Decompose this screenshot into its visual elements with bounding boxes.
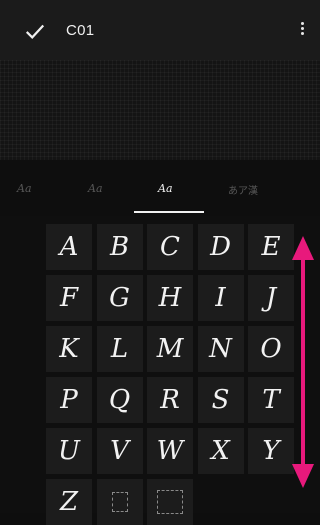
char-key-z[interactable]: Z xyxy=(46,479,92,525)
empty-glyph-box xyxy=(111,492,128,512)
page-title: C01 xyxy=(66,22,95,39)
scroll-arrow-icon xyxy=(292,236,314,488)
char-key-i[interactable]: I xyxy=(197,275,244,321)
char-key-c[interactable]: C xyxy=(147,224,193,270)
font-style-tabs: Aa Aa Aa あア漢 xyxy=(0,172,320,214)
tab-indicator xyxy=(134,211,204,213)
more-vert-icon[interactable] xyxy=(292,20,312,42)
tab-style-3[interactable]: Aa xyxy=(158,182,173,195)
char-key-l[interactable]: L xyxy=(96,326,143,372)
char-key-a[interactable]: A xyxy=(46,224,92,270)
tab-japanese[interactable]: あア漢 xyxy=(228,182,258,197)
character-grid: ABCDEFGHIJKLMNOPQRSTUVWXYZ xyxy=(0,216,320,525)
char-key-s[interactable]: S xyxy=(197,377,244,423)
char-key-x[interactable]: X xyxy=(197,428,244,474)
char-key-w[interactable]: W xyxy=(147,428,193,474)
empty-char-key[interactable] xyxy=(147,479,193,525)
drawing-canvas[interactable] xyxy=(0,60,320,160)
char-key-r[interactable]: R xyxy=(147,377,193,423)
empty-char-key[interactable] xyxy=(96,479,143,525)
char-key-u[interactable]: U xyxy=(46,428,92,474)
empty-glyph-box xyxy=(157,490,183,514)
char-key-n[interactable]: N xyxy=(197,326,244,372)
top-app-bar: C01 xyxy=(0,0,320,60)
char-key-q[interactable]: Q xyxy=(96,377,143,423)
char-key-v[interactable]: V xyxy=(96,428,143,474)
char-key-p[interactable]: P xyxy=(46,377,92,423)
char-key-m[interactable]: M xyxy=(147,326,193,372)
char-key-d[interactable]: D xyxy=(197,224,244,270)
char-key-g[interactable]: G xyxy=(96,275,143,321)
tab-style-1[interactable]: Aa xyxy=(17,182,32,195)
char-key-k[interactable]: K xyxy=(46,326,92,372)
tab-style-2[interactable]: Aa xyxy=(88,182,103,195)
char-key-b[interactable]: B xyxy=(96,224,143,270)
char-key-h[interactable]: H xyxy=(147,275,193,321)
char-key-f[interactable]: F xyxy=(46,275,92,321)
check-icon[interactable] xyxy=(24,20,46,42)
